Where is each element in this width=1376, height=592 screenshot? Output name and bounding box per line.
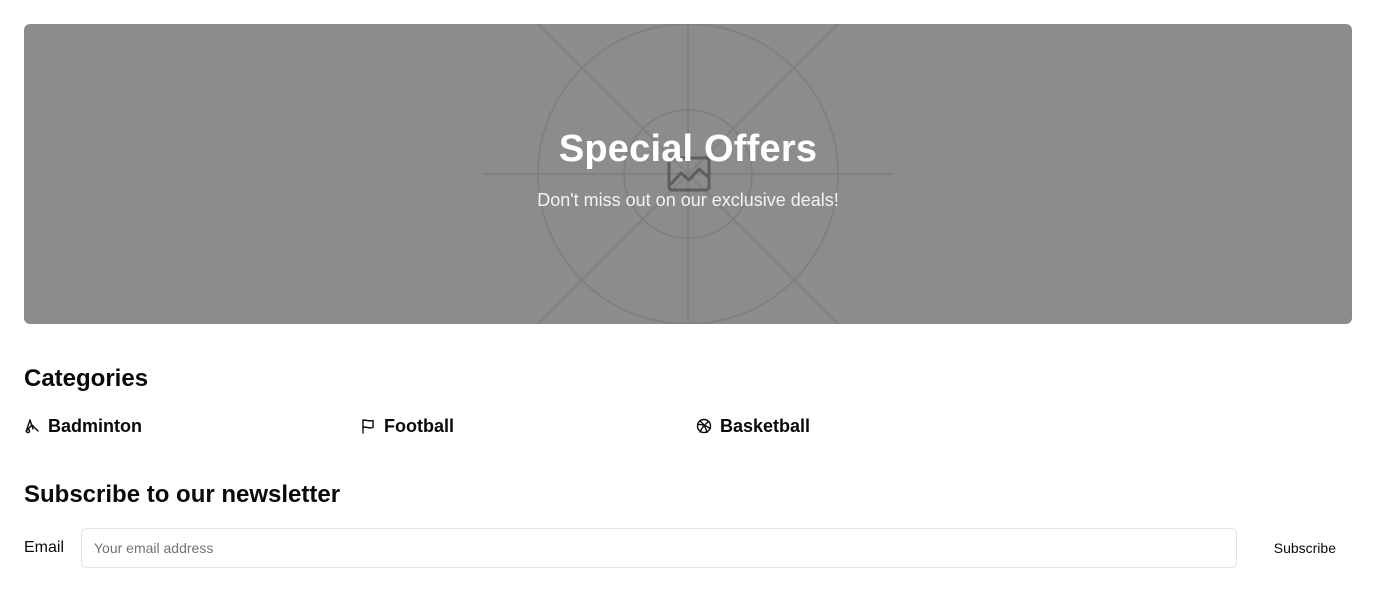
hero-title: Special Offers (558, 128, 818, 170)
email-field[interactable] (81, 528, 1237, 568)
category-label: Badminton (48, 415, 142, 436)
newsletter-form: Email Subscribe (24, 528, 1352, 568)
category-label: Basketball (720, 415, 811, 436)
category-label: Football (384, 415, 454, 436)
email-label: Email (24, 539, 65, 556)
subscribe-button[interactable]: Subscribe (1252, 528, 1352, 568)
special-offers-banner[interactable]: Special Offers Don't miss out on our exc… (24, 24, 1352, 324)
categories-heading: Categories (24, 365, 149, 392)
hero-subtitle: Don't miss out on our exclusive deals! (537, 190, 839, 210)
badminton-shuttlecock-icon (24, 418, 40, 434)
flag-icon (360, 418, 376, 434)
category-football[interactable]: Football (360, 414, 454, 438)
category-badminton[interactable]: Badminton (24, 414, 142, 438)
page: Special Offers Don't miss out on our exc… (0, 0, 1376, 592)
categories-list: Badminton Football Basketball (24, 414, 1352, 438)
newsletter-heading: Subscribe to our newsletter (24, 481, 341, 508)
basketball-icon (696, 418, 712, 434)
image-placeholder-icon (484, 24, 892, 324)
category-basketball[interactable]: Basketball (696, 414, 810, 438)
